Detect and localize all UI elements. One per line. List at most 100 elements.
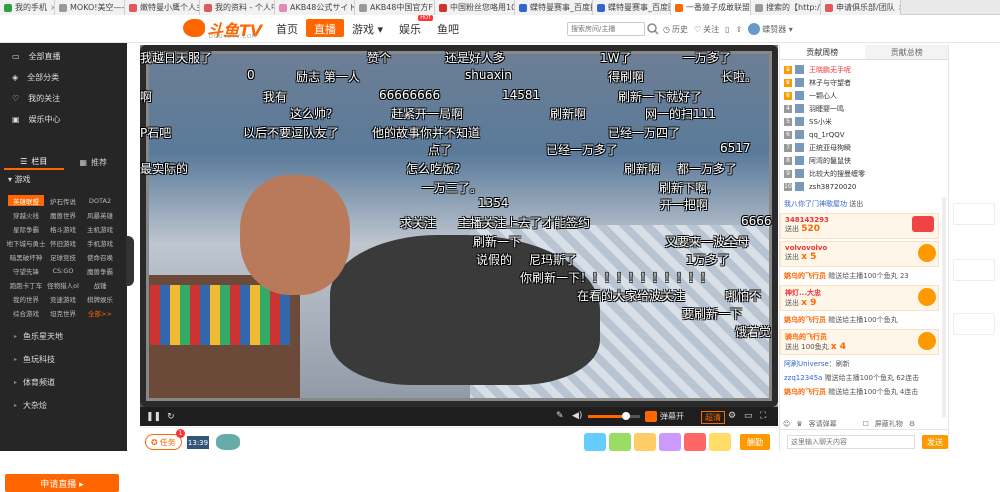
chat-user[interactable]: volvovolvo — [785, 244, 827, 252]
rank-row[interactable]: 10 zsh38720020 — [780, 180, 949, 193]
game-category-link[interactable]: 星际争霸 — [8, 223, 44, 234]
game-category-link[interactable]: 竞速游戏 — [45, 293, 81, 304]
game-category-link[interactable]: 使命召唤 — [82, 251, 118, 262]
rank-row[interactable]: 5 SS小米 — [780, 115, 949, 128]
game-category-link[interactable]: 守望先锋 — [8, 265, 44, 276]
search-icon[interactable] — [646, 22, 660, 36]
browser-tab[interactable]: 搜索的【http://90× — [751, 0, 821, 15]
game-category-link[interactable]: 风暴英雄 — [82, 209, 118, 220]
phone-link[interactable]: ▯ — [725, 25, 729, 34]
chat-user[interactable]: 阿刷Universe — [784, 360, 829, 368]
reward-button[interactable]: 酬勤 — [740, 434, 770, 450]
game-category-link[interactable]: 跑跑卡丁车 — [8, 279, 44, 290]
sidebar-item[interactable]: ▣ 娱乐中心 — [0, 109, 127, 130]
fullscreen-icon[interactable]: ⛶ — [760, 411, 766, 421]
game-category-link[interactable]: 主机游戏 — [82, 223, 118, 234]
game-category-link[interactable]: 英雄联盟 — [8, 195, 44, 206]
browser-tab[interactable]: AKB48公式サイト× — [275, 0, 355, 15]
nav-item[interactable]: 首页 — [268, 19, 306, 37]
sidebar-item[interactable]: ▭ 全部直播 — [0, 46, 127, 67]
game-category-link[interactable]: 棋牌娱乐 — [82, 293, 118, 304]
tab-all-rank[interactable]: 贡献总榜 — [864, 45, 949, 59]
refresh-icon[interactable]: ↻ — [167, 412, 175, 422]
browser-tab[interactable]: MOKO!美空——× — [55, 0, 125, 15]
game-category-link[interactable]: 怀旧游戏 — [45, 237, 81, 248]
block-gifts-checkbox[interactable]: ☐ — [863, 420, 869, 428]
sidebar-item[interactable]: ◈ 全部分类 — [0, 67, 127, 88]
upload-link[interactable]: ⇪ — [736, 25, 743, 34]
edit-icon[interactable]: ✎ — [556, 411, 564, 421]
gift-heart-icon[interactable] — [684, 433, 706, 451]
game-category-link[interactable]: 魔兽争霸 — [82, 265, 118, 276]
nav-item[interactable]: 鱼吧 — [429, 19, 467, 37]
game-section-header[interactable]: ▾ 游戏 — [8, 174, 31, 185]
rank-row[interactable]: 6 qq_1rQQV — [780, 128, 949, 141]
nav-item[interactable]: 直播 — [306, 19, 344, 37]
gift-fish-icon[interactable] — [634, 433, 656, 451]
chat-user[interactable]: 姚乌的飞行员 — [784, 316, 826, 324]
gift-star-icon[interactable] — [659, 433, 681, 451]
chat-user[interactable]: 我八你了门神歌屋功 — [784, 200, 847, 208]
game-category-link[interactable]: DOTA2 — [82, 195, 118, 206]
gift-thumb-icon[interactable] — [709, 433, 731, 451]
rank-row[interactable]: ♛ 一颗心人 — [780, 89, 949, 102]
rail-button[interactable] — [953, 259, 995, 281]
rail-button[interactable] — [953, 313, 995, 335]
video-player[interactable]: 我越日天服了 赞个 还是好人多 1W了 一万多了 0 励志 第一人 shuaxin 得刷啊 长啦。… — [140, 45, 778, 407]
danmaku-toggle[interactable] — [645, 411, 657, 422]
game-category-link[interactable]: 地下城与勇士 — [7, 237, 46, 248]
quality-button[interactable]: 超清 — [701, 411, 725, 424]
rank-row[interactable]: 4 羽睫婴一鸣 — [780, 102, 949, 115]
game-category-link[interactable]: 手机游戏 — [82, 237, 118, 248]
game-category-link[interactable]: 足球竞技 — [45, 251, 81, 262]
volume-knob[interactable] — [622, 412, 630, 420]
game-category-link[interactable]: 怪物猎人ol — [45, 279, 81, 290]
browser-tab[interactable]: 一番猿子成敢联盟× — [671, 0, 751, 15]
gift-rocket-icon[interactable] — [584, 433, 606, 451]
game-category-link[interactable]: 坦克世界 — [45, 307, 81, 318]
chat-user[interactable]: 神灯...大忠 — [785, 289, 821, 297]
tab-column[interactable]: ☰ 栏目 — [4, 154, 64, 170]
game-category-link[interactable]: 战锤 — [82, 279, 118, 290]
gear-icon[interactable]: ⚙ — [909, 420, 915, 428]
nav-item[interactable]: 游戏 ▾ — [344, 19, 391, 37]
pause-icon[interactable]: ❚❚ — [146, 412, 161, 422]
game-category-link[interactable]: 魔兽世界 — [45, 209, 81, 220]
sidebar-category[interactable]: ▸ 体育频道 — [14, 377, 55, 388]
close-icon[interactable]: × — [898, 3, 900, 12]
send-button[interactable]: 发送 — [922, 435, 948, 449]
game-category-link[interactable]: CS:GO — [45, 265, 81, 276]
game-category-link[interactable]: 综合游戏 — [8, 307, 44, 318]
game-category-link[interactable]: 暗黑破坏神 — [8, 251, 44, 262]
browser-tab[interactable]: 我的手机× — [0, 0, 55, 15]
sidebar-category[interactable]: ▸ 鱼玩科技 — [14, 354, 55, 365]
rank-row[interactable]: ♛ 林子与守望者 — [780, 76, 949, 89]
chat-tools-label[interactable]: 客请弹幕 — [809, 419, 837, 429]
volume-icon[interactable]: ◀) — [572, 411, 582, 421]
rank-row[interactable]: ♛ 王晓鹏无手呢 — [780, 63, 949, 76]
game-category-link[interactable]: 格斗游戏 — [45, 223, 81, 234]
volume-slider[interactable] — [588, 412, 640, 420]
sidebar-category[interactable]: ▸ 大杂烩 — [14, 400, 47, 411]
sidebar-collapse-handle[interactable] — [126, 236, 134, 286]
browser-tab[interactable]: 嫩特曼小鹰个人主× — [125, 0, 200, 15]
apply-stream-button[interactable]: 申请直播 ▸ — [5, 474, 119, 492]
game-category-link[interactable]: 全部>> — [82, 307, 118, 318]
tab-recommend[interactable]: ▦ 推荐 — [64, 154, 124, 170]
follow-link[interactable]: ♡ 关注 — [694, 24, 719, 35]
browser-tab[interactable]: 中国粉丝您咯用10× — [435, 0, 515, 15]
browser-tab[interactable]: AKB48中国官方F× — [355, 0, 435, 15]
game-category-link[interactable]: 穿越火线 — [8, 209, 44, 220]
widescreen-icon[interactable]: ▭ — [744, 411, 753, 421]
rank-row[interactable]: 9 比较大的搜曼缠零 — [780, 167, 949, 180]
game-category-link[interactable]: 炉石传说 — [45, 195, 81, 206]
settings-icon[interactable]: ⚙ — [728, 411, 736, 421]
game-category-link[interactable]: 我的世界 — [8, 293, 44, 304]
chat-user[interactable]: 姚乌的飞行员 — [784, 388, 826, 396]
chat-scrollbar[interactable] — [942, 197, 946, 417]
browser-tab[interactable]: 申请俱乐部/团队× — [821, 0, 901, 15]
gift-plane-icon[interactable] — [609, 433, 631, 451]
fish-mascot-icon[interactable] — [216, 434, 240, 450]
browser-tab[interactable]: 蝶特曼赛事_百度图× — [593, 0, 671, 15]
chat-input[interactable] — [787, 435, 915, 449]
